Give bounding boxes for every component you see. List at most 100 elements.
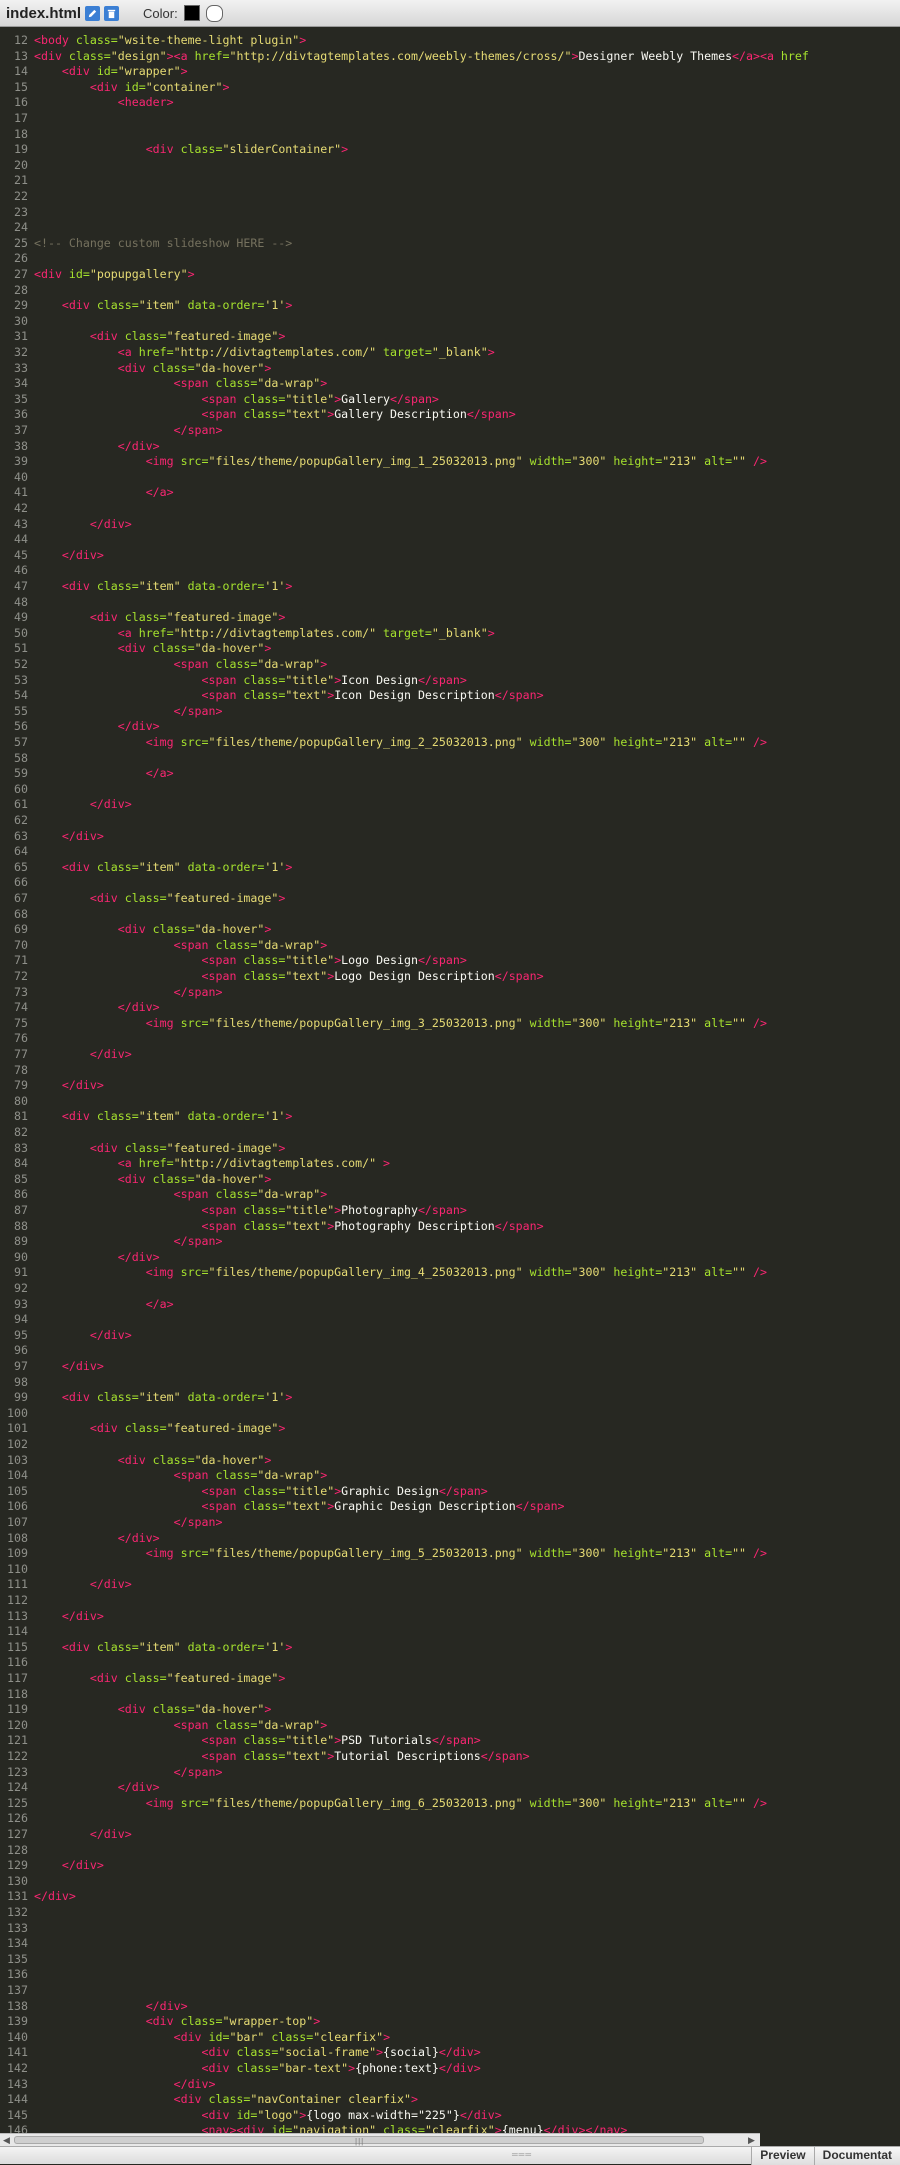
code-line[interactable]: 102	[0, 1437, 900, 1453]
code-line[interactable]: 144 <div class="navContainer clearfix">	[0, 2092, 900, 2108]
code-line[interactable]: 91 <img src="files/theme/popupGallery_im…	[0, 1265, 900, 1281]
code-line[interactable]: 86 <span class="da-wrap">	[0, 1187, 900, 1203]
code-line[interactable]: 23	[0, 205, 900, 221]
code-line[interactable]: 132	[0, 1905, 900, 1921]
tab-preview[interactable]: Preview	[751, 2147, 814, 2165]
code-line[interactable]: 16 <header>	[0, 95, 900, 111]
code-line[interactable]: 84 <a href="http://divtagtemplates.com/"…	[0, 1156, 900, 1172]
code-line[interactable]: 70 <span class="da-wrap">	[0, 938, 900, 954]
code-line[interactable]: 140 <div id="bar" class="clearfix">	[0, 2030, 900, 2046]
code-line[interactable]: 65 <div class="item" data-order='1'>	[0, 860, 900, 876]
code-line[interactable]: 77 </div>	[0, 1047, 900, 1063]
code-line[interactable]: 64	[0, 844, 900, 860]
color-swatch-white[interactable]	[205, 4, 223, 22]
code-line[interactable]: 42	[0, 501, 900, 517]
code-line[interactable]: 33 <div class="da-hover">	[0, 361, 900, 377]
code-line[interactable]: 18	[0, 127, 900, 143]
code-line[interactable]: 122 <span class="text">Tutorial Descript…	[0, 1749, 900, 1765]
code-line[interactable]: 30	[0, 314, 900, 330]
code-line[interactable]: 110	[0, 1562, 900, 1578]
code-line[interactable]: 85 <div class="da-hover">	[0, 1172, 900, 1188]
code-line[interactable]: 58	[0, 751, 900, 767]
code-line[interactable]: 29 <div class="item" data-order='1'>	[0, 298, 900, 314]
code-line[interactable]: 98	[0, 1375, 900, 1391]
code-line[interactable]: 134	[0, 1936, 900, 1952]
code-line[interactable]: 76	[0, 1031, 900, 1047]
code-line[interactable]: 127 </div>	[0, 1827, 900, 1843]
pencil-icon[interactable]	[85, 5, 101, 21]
code-line[interactable]: 47 <div class="item" data-order='1'>	[0, 579, 900, 595]
code-line[interactable]: 54 <span class="text">Icon Design Descri…	[0, 688, 900, 704]
code-line[interactable]: 143 </div>	[0, 2077, 900, 2093]
code-line[interactable]: 22	[0, 189, 900, 205]
code-line[interactable]: 142 <div class="bar-text">{phone:text}</…	[0, 2061, 900, 2077]
code-editor[interactable]: 12 <body class= "wsite-theme-light plugin"…	[0, 27, 900, 2133]
code-line[interactable]: 19 <div class="sliderContainer">	[0, 142, 900, 158]
code-line[interactable]: 88 <span class="text">Photography Descri…	[0, 1219, 900, 1235]
code-line[interactable]: 32 <a href="http://divtagtemplates.com/"…	[0, 345, 900, 361]
code-line[interactable]: 95 </div>	[0, 1328, 900, 1344]
code-line[interactable]: 112	[0, 1593, 900, 1609]
code-line[interactable]: 27 <div id="popupgallery">	[0, 267, 900, 283]
code-line[interactable]: 96	[0, 1343, 900, 1359]
code-line[interactable]: 69 <div class="da-hover">	[0, 922, 900, 938]
code-line[interactable]: 12 <body class="wsite-theme-light plugin"…	[0, 33, 900, 49]
code-line[interactable]: 82	[0, 1125, 900, 1141]
code-line[interactable]: 81 <div class="item" data-order='1'>	[0, 1109, 900, 1125]
code-line[interactable]: 108 </div>	[0, 1531, 900, 1547]
code-line[interactable]: 146 <nav><div id="navigation" class="cle…	[0, 2123, 900, 2133]
code-line[interactable]: 26	[0, 251, 900, 267]
code-line[interactable]: 99 <div class="item" data-order='1'>	[0, 1390, 900, 1406]
code-line[interactable]: 45 </div>	[0, 548, 900, 564]
code-line[interactable]: 123 </span>	[0, 1765, 900, 1781]
code-line[interactable]: 50 <a href="http://divtagtemplates.com/"…	[0, 626, 900, 642]
code-line[interactable]: 113 </div>	[0, 1609, 900, 1625]
code-line[interactable]: 61 </div>	[0, 797, 900, 813]
code-line[interactable]: 71 <span class="title">Logo Design</span…	[0, 953, 900, 969]
code-line[interactable]: 129 </div>	[0, 1858, 900, 1874]
code-line[interactable]: 133	[0, 1921, 900, 1937]
code-line[interactable]: 104 <span class="da-wrap">	[0, 1468, 900, 1484]
code-line[interactable]: 28	[0, 283, 900, 299]
code-line[interactable]: 135	[0, 1952, 900, 1968]
code-line[interactable]: 141 <div class="social-frame">{social}</…	[0, 2045, 900, 2061]
code-line[interactable]: 24	[0, 220, 900, 236]
trash-icon[interactable]	[104, 5, 120, 21]
code-line[interactable]: 97 </div>	[0, 1359, 900, 1375]
code-line[interactable]: 137	[0, 1983, 900, 1999]
code-line[interactable]: 80	[0, 1094, 900, 1110]
resize-handle-icon[interactable]: ═══	[512, 2150, 532, 2159]
code-line[interactable]: 63 </div>	[0, 829, 900, 845]
horizontal-scrollbar[interactable]: ◀ ||| ▶	[0, 2133, 760, 2146]
code-line[interactable]: 59 </a>	[0, 766, 900, 782]
code-line[interactable]: 40	[0, 470, 900, 486]
code-line[interactable]: 56 </div>	[0, 719, 900, 735]
code-line[interactable]: 124 </div>	[0, 1780, 900, 1796]
code-line[interactable]: 139 <div class="wrapper-top">	[0, 2014, 900, 2030]
code-line[interactable]: 107 </span>	[0, 1515, 900, 1531]
code-line[interactable]: 118	[0, 1687, 900, 1703]
color-swatch-black[interactable]	[183, 5, 200, 21]
code-line[interactable]: 79 </div>	[0, 1078, 900, 1094]
code-line[interactable]: 92	[0, 1281, 900, 1297]
code-line[interactable]: 17	[0, 111, 900, 127]
code-line[interactable]: 20	[0, 158, 900, 174]
code-line[interactable]: 51 <div class="da-hover">	[0, 641, 900, 657]
code-line[interactable]: 36 <span class="text">Gallery Descriptio…	[0, 407, 900, 423]
code-line[interactable]: 31 <div class="featured-image">	[0, 329, 900, 345]
scroll-left-icon[interactable]: ◀	[3, 2135, 10, 2146]
code-line[interactable]: 13 <div class="design"><a href="http://di…	[0, 49, 900, 65]
code-line[interactable]: 117 <div class="featured-image">	[0, 1671, 900, 1687]
code-line[interactable]: 49 <div class="featured-image">	[0, 610, 900, 626]
code-line[interactable]: 43 </div>	[0, 517, 900, 533]
code-line[interactable]: 105 <span class="title">Graphic Design</…	[0, 1484, 900, 1500]
code-line[interactable]: 35 <span class="title">Gallery</span>	[0, 392, 900, 408]
code-line[interactable]: 48	[0, 595, 900, 611]
scroll-right-icon[interactable]: ▶	[748, 2135, 755, 2146]
code-line[interactable]: 120 <span class="da-wrap">	[0, 1718, 900, 1734]
code-line[interactable]: 68	[0, 907, 900, 923]
code-line[interactable]: 25 <!-- Change custom slideshow HERE -->	[0, 236, 900, 252]
code-line[interactable]: 119 <div class="da-hover">	[0, 1702, 900, 1718]
code-line[interactable]: 37 </span>	[0, 423, 900, 439]
code-line[interactable]: 103 <div class="da-hover">	[0, 1453, 900, 1469]
